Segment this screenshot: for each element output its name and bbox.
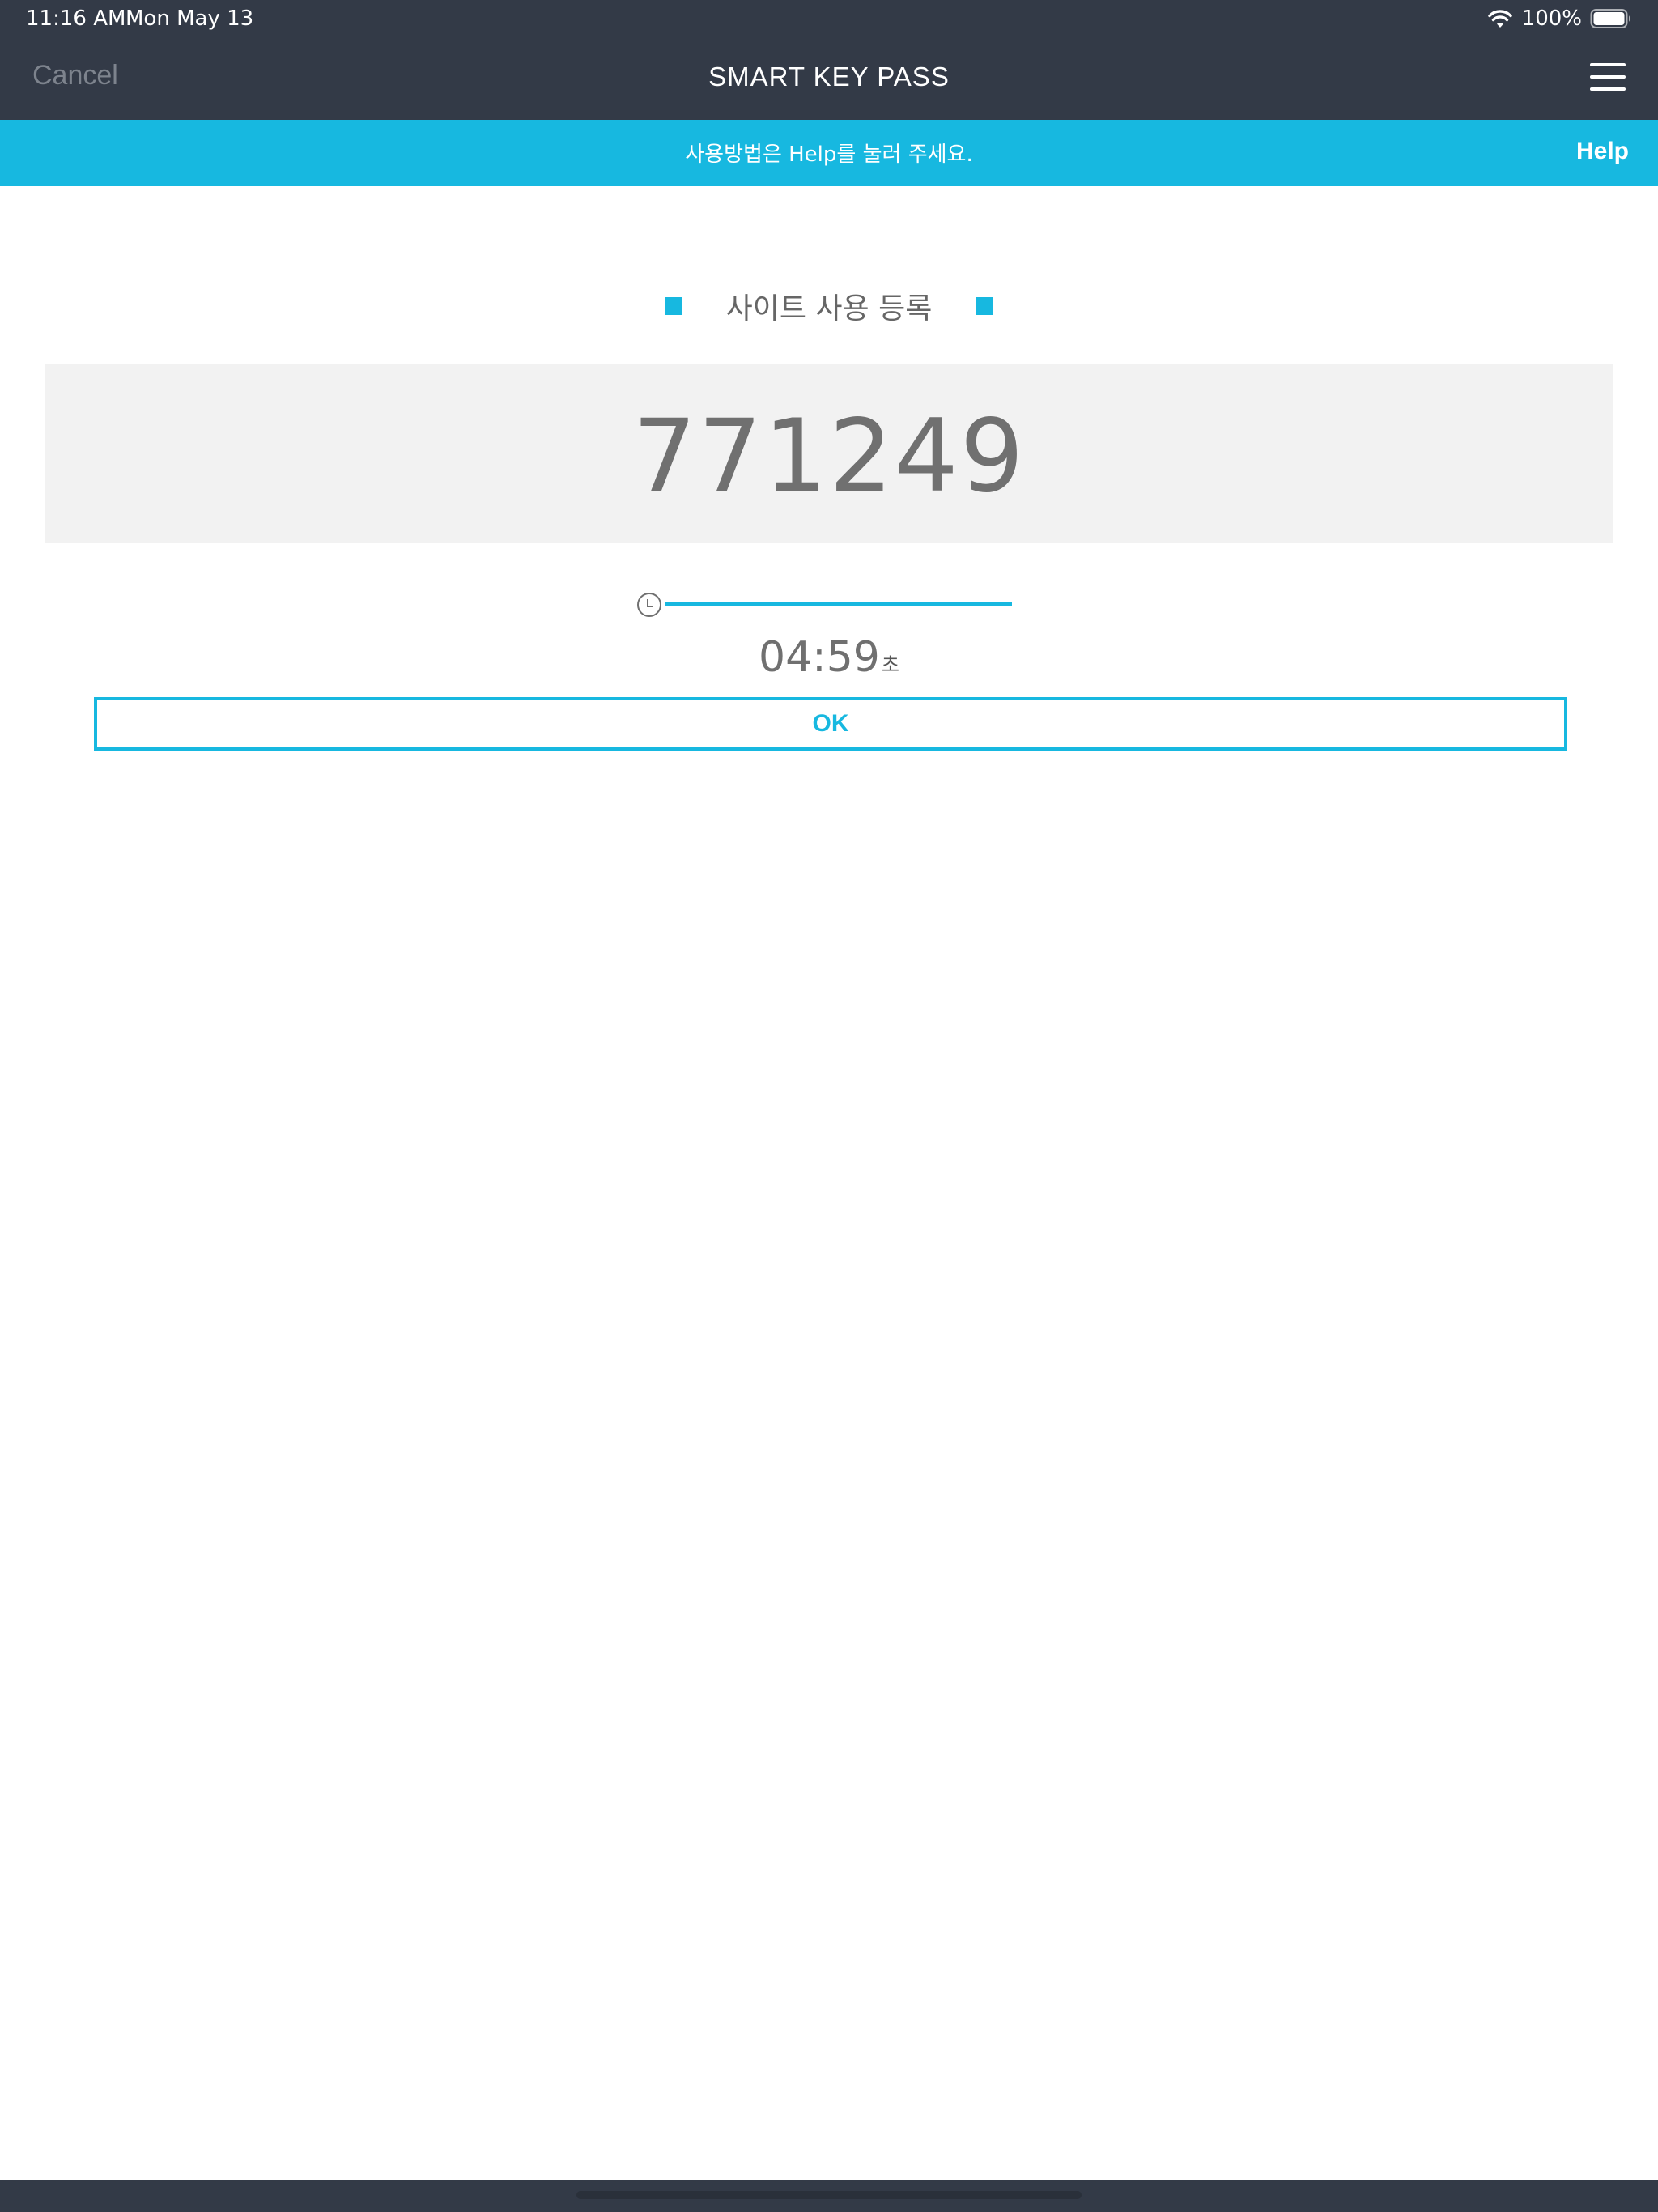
status-time: 11:16 AM	[26, 6, 126, 31]
help-bar: 사용방법은 Help를 눌러 주세요. Help	[0, 120, 1658, 186]
page-title: SMART KEY PASS	[708, 62, 950, 91]
timer-row	[636, 592, 1025, 618]
wifi-icon	[1487, 10, 1512, 28]
countdown: 04:59초	[0, 633, 1658, 682]
battery-icon	[1590, 9, 1630, 28]
status-date: Mon May 13	[125, 6, 254, 31]
help-button[interactable]: Help	[1576, 138, 1629, 165]
verification-code: 771249	[632, 398, 1026, 515]
menu-line	[1590, 75, 1626, 79]
battery-percent: 100%	[1521, 6, 1582, 31]
status-indicators: 100%	[1486, 6, 1632, 31]
countdown-unit: 초	[881, 653, 899, 676]
status-bar: 11:16 AM Mon May 13 100%	[0, 0, 1658, 39]
menu-line	[1590, 87, 1626, 91]
code-box: 771249	[45, 364, 1613, 543]
help-message: 사용방법은 Help를 눌러 주세요.	[685, 143, 973, 167]
right-square-marker	[976, 297, 993, 315]
home-indicator[interactable]	[576, 2191, 1082, 2199]
navigation-bar: Cancel SMART KEY PASS	[0, 39, 1658, 120]
countdown-value: 04:59	[759, 633, 880, 682]
timer-progress-track	[665, 602, 1012, 606]
menu-line	[1590, 63, 1626, 66]
ok-button[interactable]: OK	[94, 697, 1567, 751]
bottom-bar	[0, 2180, 1658, 2212]
timer-progress-fill	[665, 602, 1012, 606]
hamburger-menu-icon[interactable]	[1590, 63, 1626, 92]
clock-icon	[637, 593, 661, 617]
section-title: 사이트 사용 등록	[725, 292, 933, 325]
